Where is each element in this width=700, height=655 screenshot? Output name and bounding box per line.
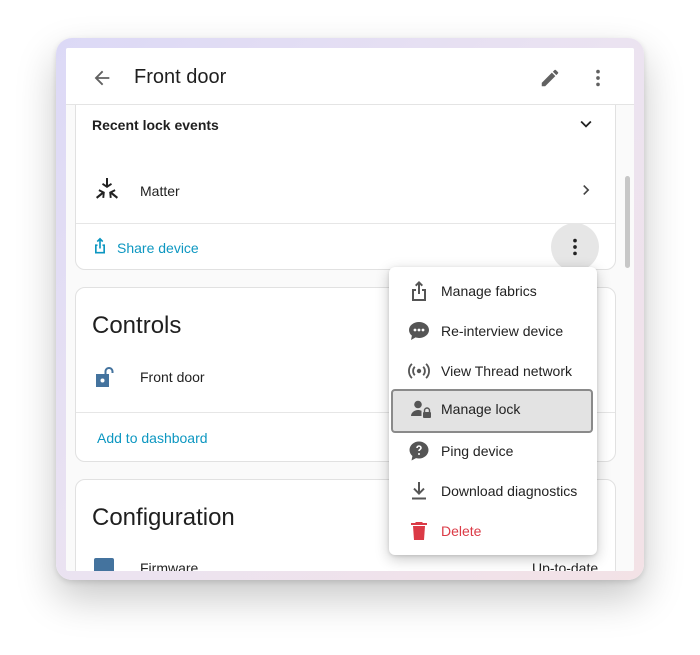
share-icon bbox=[95, 237, 105, 254]
device-more-button[interactable] bbox=[551, 223, 599, 271]
back-button[interactable] bbox=[88, 64, 116, 92]
dots-vertical-icon bbox=[596, 69, 600, 87]
share-device-label: Share device bbox=[117, 240, 199, 256]
integration-row[interactable]: Matter bbox=[92, 173, 602, 209]
menu-item-download-diagnostics[interactable]: Download diagnostics bbox=[389, 471, 597, 511]
device-info-card: Recent lock events Matter Share device bbox=[75, 94, 616, 271]
menu-item-label: Download diagnostics bbox=[441, 483, 578, 499]
add-to-dashboard-button[interactable]: Add to dashboard bbox=[97, 430, 208, 446]
menu-item-label: Manage fabrics bbox=[441, 283, 537, 299]
lock-open-icon bbox=[96, 367, 114, 387]
card-divider bbox=[76, 223, 615, 224]
chat-dots-icon bbox=[409, 322, 429, 340]
arrow-left-icon bbox=[94, 70, 110, 86]
menu-item-re-interview[interactable]: Re-interview device bbox=[389, 311, 597, 351]
scrollbar-thumb[interactable] bbox=[625, 176, 630, 268]
recent-lock-events-label: Recent lock events bbox=[92, 117, 219, 133]
menu-item-label: View Thread network bbox=[441, 363, 572, 379]
integration-name: Matter bbox=[140, 183, 180, 199]
lock-entity-row[interactable]: Front door bbox=[92, 362, 392, 392]
share-icon bbox=[412, 281, 426, 301]
device-actions-menu: Manage fabrics Re-interview device View … bbox=[389, 267, 597, 555]
menu-item-view-thread-network[interactable]: View Thread network bbox=[389, 351, 597, 391]
firmware-icon bbox=[94, 558, 114, 571]
chevron-right-icon bbox=[583, 185, 590, 195]
account-lock-icon bbox=[411, 400, 431, 418]
firmware-value: Up-to-date bbox=[532, 560, 599, 571]
pencil-icon bbox=[541, 69, 559, 87]
menu-item-label: Re-interview device bbox=[441, 323, 564, 339]
menu-item-label: Ping device bbox=[441, 443, 514, 459]
configuration-title: Configuration bbox=[92, 504, 235, 531]
edit-button[interactable] bbox=[536, 64, 564, 92]
lock-entity-name: Front door bbox=[140, 369, 205, 385]
page-title: Front door bbox=[134, 66, 227, 88]
menu-item-delete[interactable]: Delete bbox=[389, 511, 597, 551]
matter-icon bbox=[96, 178, 118, 199]
app-window-frame: Front door Recent lock events Matter Sha… bbox=[56, 38, 644, 580]
overflow-menu-button[interactable] bbox=[584, 64, 612, 92]
dots-vertical-icon bbox=[573, 238, 577, 256]
menu-item-label: Manage lock bbox=[441, 401, 521, 417]
recent-lock-events-header[interactable]: Recent lock events bbox=[92, 113, 602, 137]
menu-item-ping-device[interactable]: Ping device bbox=[389, 431, 597, 471]
firmware-label: Firmware bbox=[140, 560, 199, 571]
top-app-bar: Front door bbox=[66, 48, 634, 105]
broadcast-icon bbox=[408, 363, 430, 379]
menu-item-manage-fabrics[interactable]: Manage fabrics bbox=[389, 271, 597, 311]
menu-item-manage-lock[interactable]: Manage lock bbox=[391, 389, 593, 433]
help-bubble-icon bbox=[409, 441, 429, 461]
controls-title: Controls bbox=[92, 312, 182, 339]
menu-item-label: Delete bbox=[441, 523, 482, 539]
share-device-button[interactable]: Share device bbox=[92, 235, 222, 261]
app-window: Front door Recent lock events Matter Sha… bbox=[66, 48, 634, 571]
download-icon bbox=[412, 482, 426, 500]
chevron-down-icon bbox=[580, 120, 592, 128]
trash-icon bbox=[411, 522, 427, 540]
